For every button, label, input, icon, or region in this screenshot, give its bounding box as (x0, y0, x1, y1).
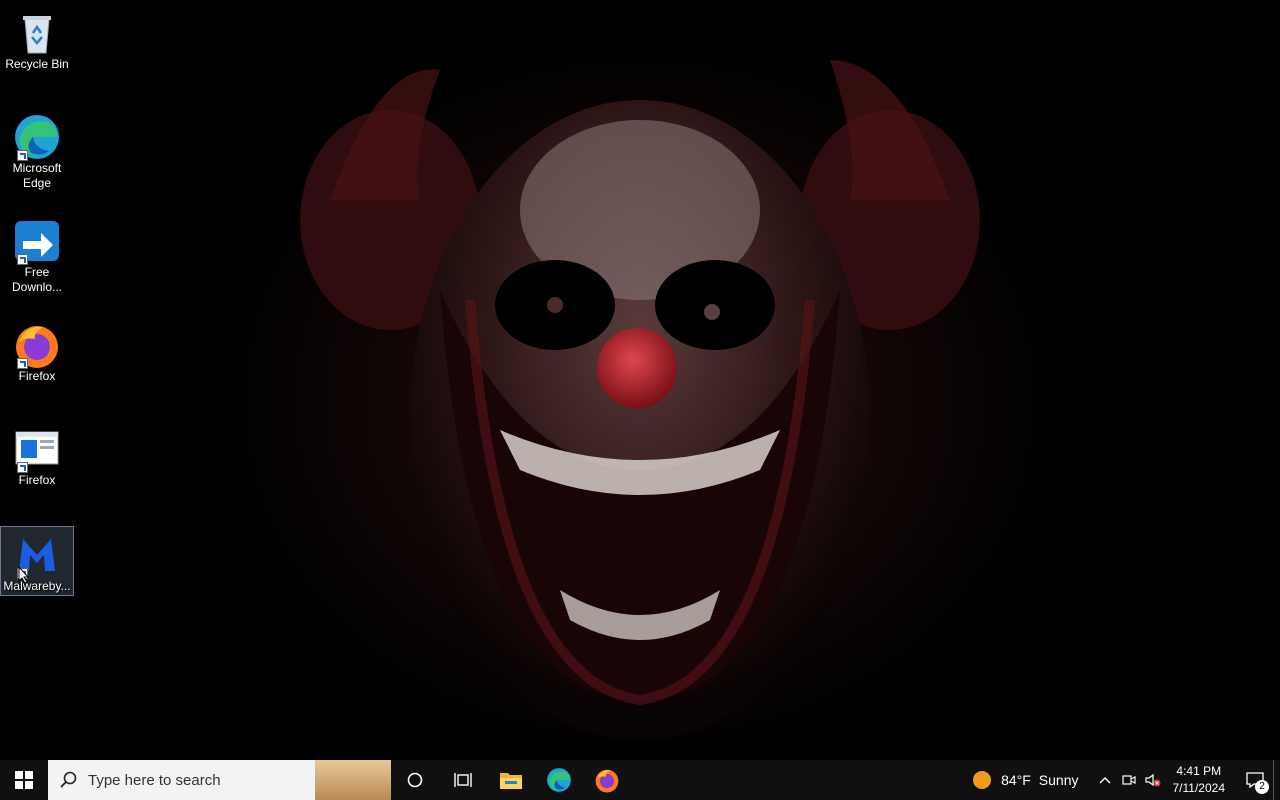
file-explorer-icon (500, 773, 522, 789)
desktop-icon-recycle-bin[interactable]: Recycle Bin (0, 4, 74, 74)
clock-date: 7/11/2024 (1172, 781, 1226, 795)
windows-start-icon (15, 771, 33, 789)
weather-condition: Sunny (1038, 772, 1079, 788)
notification-count-badge: 2 (1255, 780, 1269, 794)
cortana-icon (407, 772, 423, 788)
firefox-icon (595, 769, 619, 793)
camera-icon (1121, 775, 1136, 785)
edge-icon (13, 113, 61, 161)
edge-icon (547, 768, 571, 792)
taskbar-firefox[interactable] (583, 760, 631, 800)
desktop-icon-label: Firefox (18, 473, 56, 487)
search-icon (60, 771, 77, 788)
desktop-icon-microsoft-edge[interactable]: Microsoft Edge (0, 108, 74, 194)
desktop-icon-label: Recycle Bin (5, 57, 69, 71)
desktop-icon-label: Firefox (18, 369, 56, 383)
search-highlight-image (315, 760, 391, 800)
desktop-icon-label: Malwareby... (3, 579, 71, 593)
show-hidden-icons-button[interactable] (1093, 760, 1117, 800)
desktop-icon-free-download-manager[interactable]: Free Downlo... (0, 212, 74, 298)
desktop-icon-firefox-window[interactable]: Firefox (0, 420, 74, 490)
firefox-icon (13, 321, 61, 369)
weather-temperature: 84°F (1001, 772, 1031, 788)
weather-widget[interactable]: 84°F Sunny (973, 771, 1079, 789)
task-view-button[interactable] (439, 760, 487, 800)
chevron-up-icon (1099, 777, 1110, 784)
volume-muted-icon (1144, 773, 1160, 787)
taskbar-search-box[interactable]: Type here to search (48, 760, 391, 800)
desktop-icon-label: Microsoft Edge (12, 161, 62, 190)
cortana-button[interactable] (391, 760, 439, 800)
desktop-icon-malwarebytes[interactable]: Malwareby... (0, 526, 74, 596)
task-view-icon (454, 773, 472, 787)
show-desktop-button[interactable] (1273, 760, 1280, 800)
taskbar-file-explorer[interactable] (487, 760, 535, 800)
action-center-button[interactable]: 2 (1237, 760, 1273, 800)
window-app-icon (13, 425, 61, 473)
download-manager-icon (13, 217, 61, 265)
clock-time: 4:41 PM (1176, 764, 1222, 778)
desktop-icon-firefox[interactable]: Firefox (0, 316, 74, 386)
meet-now-button[interactable] (1117, 760, 1141, 800)
taskbar-clock[interactable]: 4:41 PM 7/11/2024 (1173, 763, 1226, 797)
start-button[interactable] (0, 760, 48, 800)
mouse-cursor-icon (18, 566, 30, 584)
desktop-icon-label: Free Downlo... (11, 265, 63, 294)
search-placeholder: Type here to search (88, 771, 221, 789)
recycle-bin-icon (13, 9, 61, 57)
system-tray: 84°F Sunny 4:41 PM 7/11/2024 2 (973, 760, 1280, 800)
taskbar-edge[interactable] (535, 760, 583, 800)
desktop-wallpaper (0, 0, 1280, 760)
sun-icon (973, 771, 992, 789)
taskbar: Type here to search 84°F Sunny 4:41 PM 7… (0, 760, 1280, 800)
volume-button[interactable] (1141, 760, 1165, 800)
